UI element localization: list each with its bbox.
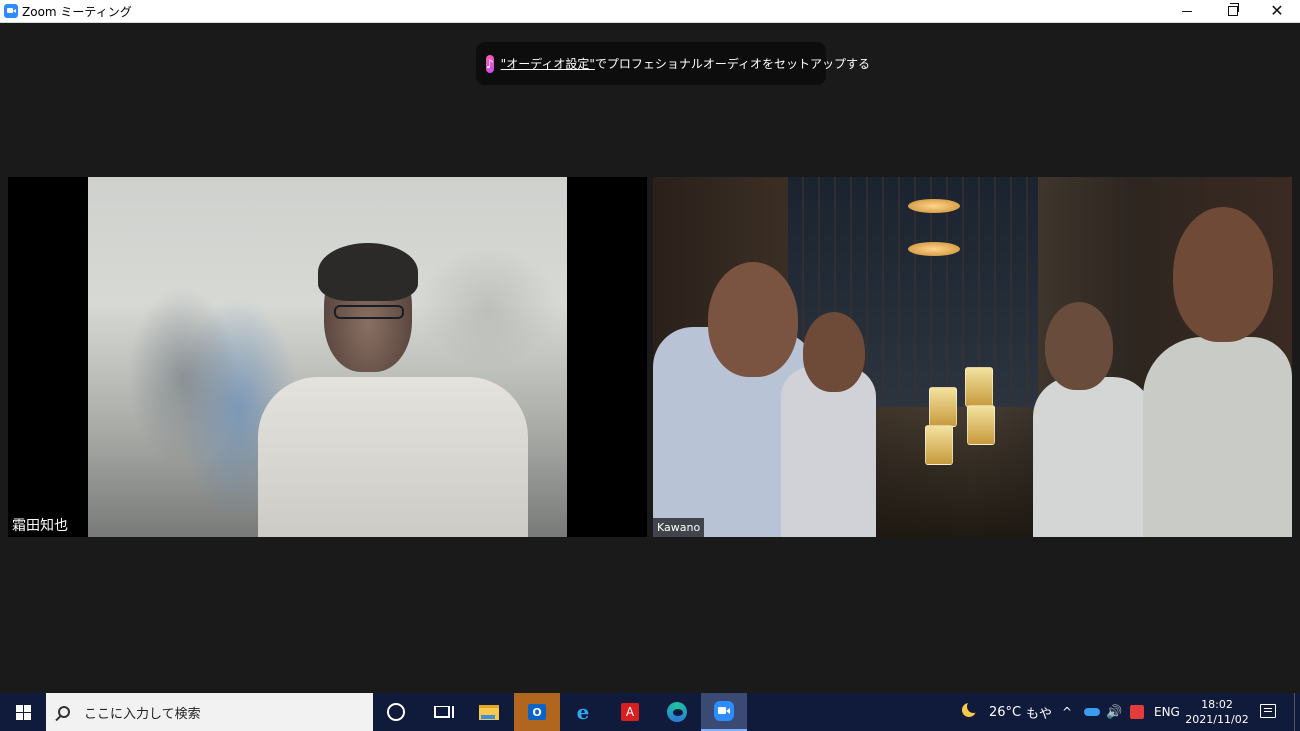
person-shirt [781, 367, 876, 537]
close-button[interactable]: ✕ [1254, 0, 1300, 22]
ceiling-lamp [908, 199, 960, 213]
action-center-icon[interactable] [1260, 704, 1276, 718]
participant-name-label: 霜田知也 [8, 513, 72, 537]
show-hidden-icons-chevron[interactable]: ^ [1062, 693, 1072, 731]
acrobat-button[interactable]: A [607, 693, 653, 731]
cortana-icon [387, 703, 405, 721]
edge-icon [667, 702, 687, 722]
restore-icon [1228, 3, 1239, 16]
person-glasses [334, 305, 404, 319]
person-shirt [1143, 337, 1292, 537]
windows-taskbar: ここに入力して検索 O e A 26°C もや ^ 🔊 ENG 18:02 20… [0, 693, 1300, 731]
acrobat-icon: A [621, 703, 639, 721]
toast-message: でプロフェショナルオーディオをセットアップする [594, 57, 871, 71]
participant-video [88, 177, 567, 537]
beer-glass [929, 387, 957, 427]
minimize-button[interactable] [1164, 0, 1210, 22]
zoom-icon [714, 701, 734, 721]
minimize-icon [1182, 10, 1192, 12]
outlook-button[interactable]: O [514, 693, 560, 731]
zoom-taskbar-button[interactable] [701, 693, 747, 731]
task-view-icon [434, 706, 454, 718]
outlook-icon: O [528, 704, 546, 720]
close-icon: ✕ [1270, 1, 1284, 20]
edge-button[interactable] [654, 693, 700, 731]
beer-glass [967, 405, 995, 445]
weather-temperature[interactable]: 26°C [989, 693, 1021, 731]
person-shirt [1033, 377, 1153, 537]
file-explorer-icon [479, 704, 499, 720]
taskbar-clock[interactable]: 18:02 2021/11/02 [1185, 695, 1249, 729]
clock-date: 2021/11/02 [1185, 713, 1249, 726]
internet-explorer-icon: e [576, 700, 590, 724]
start-button[interactable] [0, 693, 46, 731]
weather-condition[interactable]: もや [1026, 693, 1052, 731]
person-face [1173, 207, 1273, 342]
person-shirt [258, 377, 528, 537]
taskbar-search-box[interactable]: ここに入力して検索 [46, 693, 373, 731]
zoom-app-icon [4, 4, 18, 18]
cortana-button[interactable] [373, 693, 419, 731]
person-hair [318, 243, 418, 301]
search-icon [58, 706, 70, 718]
video-tile-participant-2[interactable]: Kawano [653, 177, 1292, 537]
audio-settings-link[interactable]: "オーディオ設定" [501, 55, 595, 72]
person-face [803, 312, 865, 392]
show-desktop-button[interactable] [1294, 693, 1295, 731]
file-explorer-button[interactable] [466, 693, 512, 731]
title-bar: Zoom ミーティング ✕ [0, 0, 1300, 23]
task-view-button[interactable] [419, 693, 465, 731]
security-app-icon[interactable] [1130, 705, 1144, 719]
participant-name-label: Kawano [653, 518, 705, 537]
window-title: Zoom ミーティング [22, 5, 132, 19]
weather-moon-icon[interactable] [960, 700, 980, 721]
search-placeholder: ここに入力して検索 [84, 706, 201, 722]
participant-video [653, 177, 1292, 537]
internet-explorer-button[interactable]: e [560, 693, 606, 731]
person-face [708, 262, 798, 377]
audio-settings-toast: ♪ "オーディオ設定" でプロフェショナルオーディオをセットアップする [476, 42, 870, 85]
input-language-indicator[interactable]: ENG [1154, 693, 1180, 731]
volume-icon[interactable]: 🔊 [1106, 693, 1122, 731]
onedrive-cloud-icon[interactable] [1084, 708, 1100, 716]
clock-time: 18:02 [1201, 698, 1233, 711]
video-tile-participant-1[interactable]: 霜田知也 [8, 177, 647, 537]
music-note-icon: ♪ [486, 54, 494, 73]
windows-logo-icon [15, 704, 31, 720]
maximize-button[interactable] [1210, 0, 1256, 22]
ceiling-lamp [908, 242, 960, 256]
beer-glass [965, 367, 993, 407]
person-face [1045, 302, 1113, 390]
beer-glass [925, 425, 953, 465]
